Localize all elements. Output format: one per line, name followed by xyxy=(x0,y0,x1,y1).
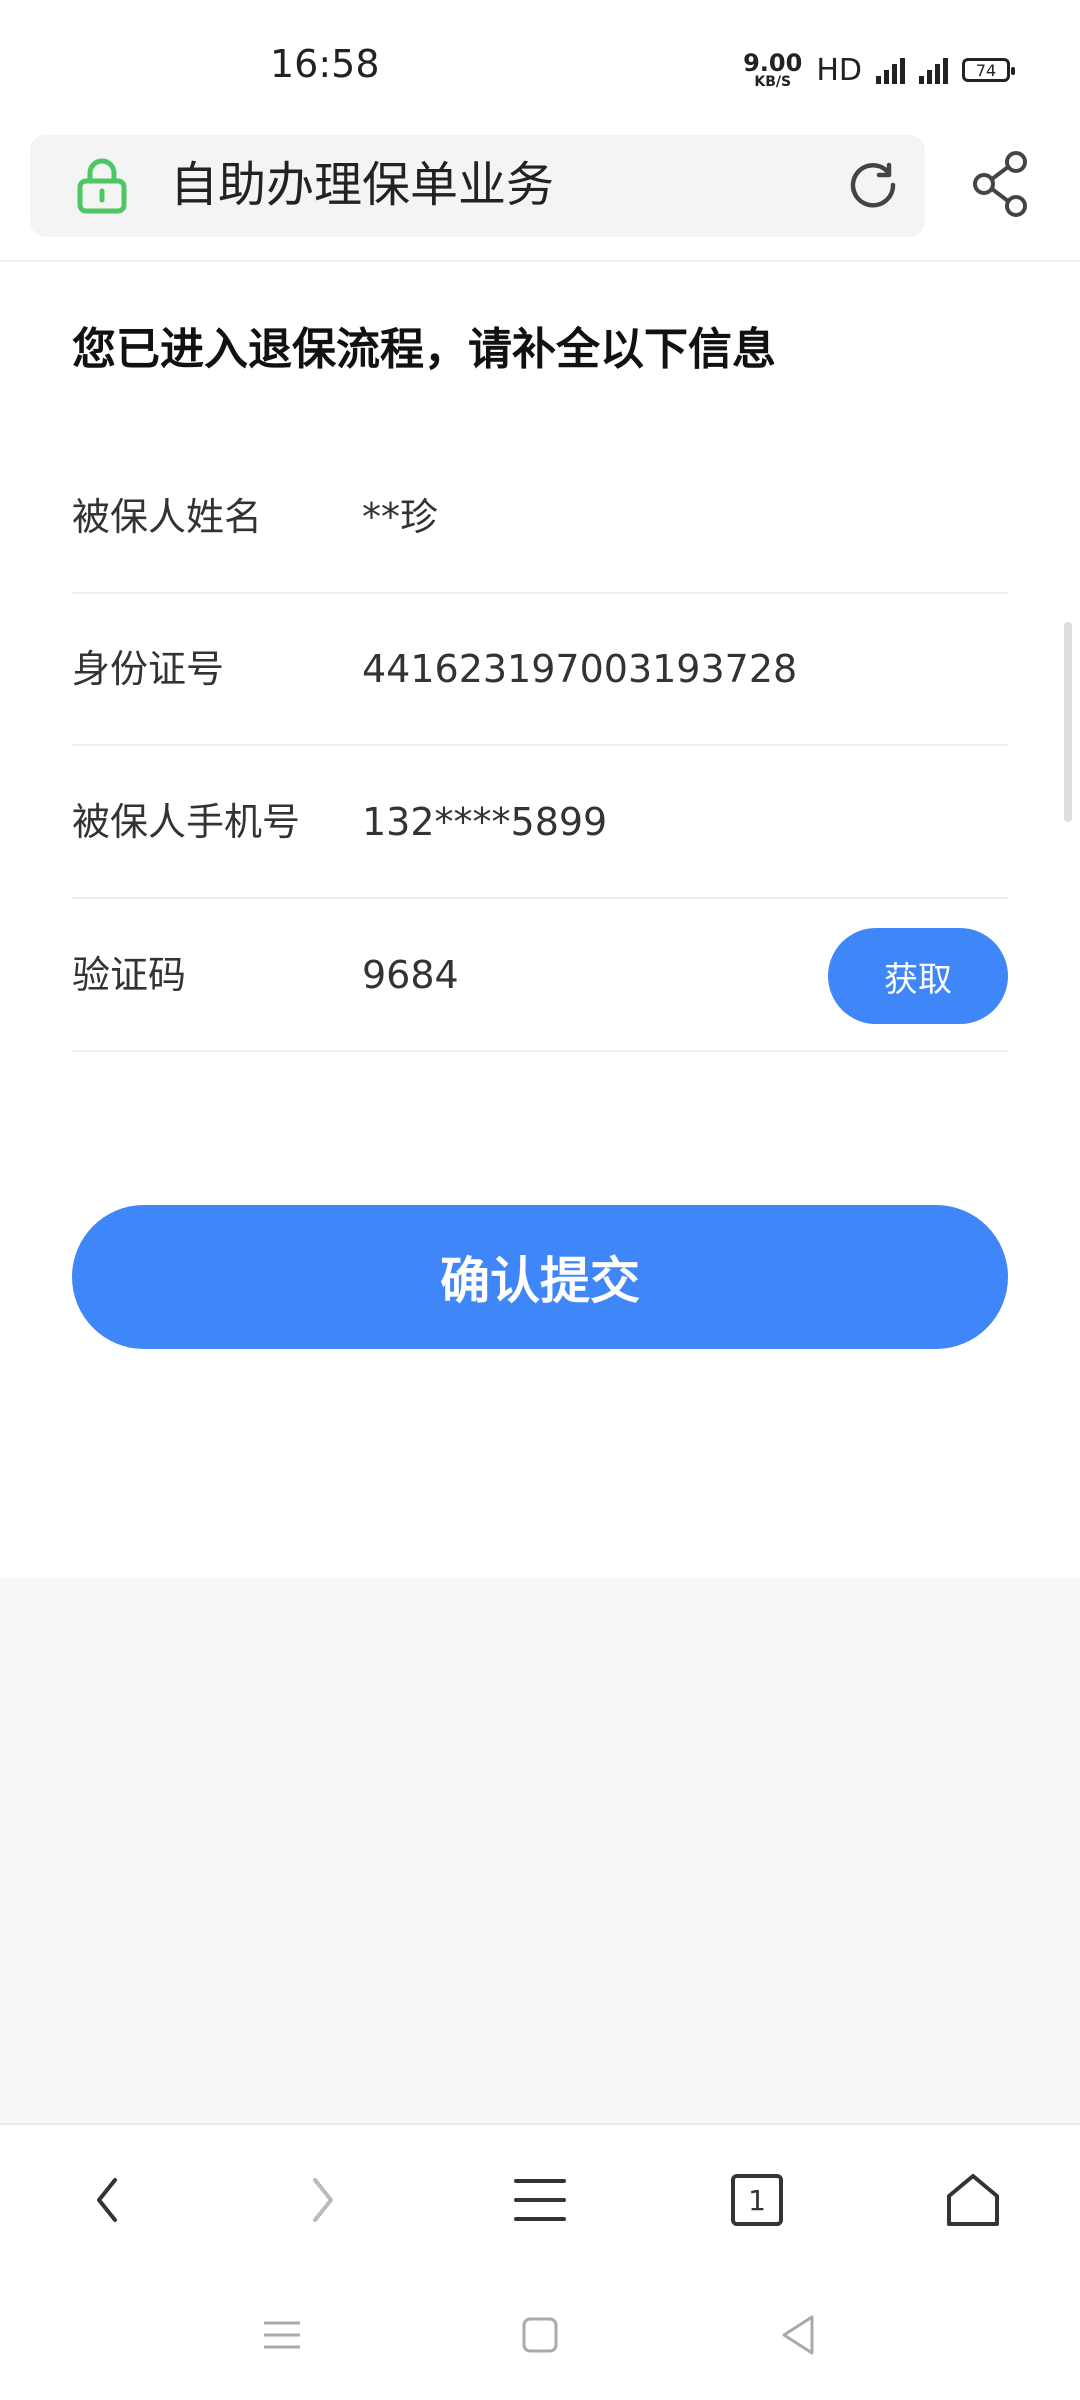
back-triangle-icon[interactable] xyxy=(768,2305,828,2365)
signal-icon-2 xyxy=(919,56,948,84)
home-square-icon[interactable] xyxy=(510,2305,570,2365)
status-bar: 16:58 9.00 KB/S HD 74 xyxy=(0,0,1080,130)
chevron-right-icon xyxy=(313,2178,333,2222)
lock-icon xyxy=(77,158,127,214)
header-divider xyxy=(0,260,1080,262)
verification-code-label: 验证码 xyxy=(72,953,187,997)
back-button[interactable] xyxy=(72,2165,142,2235)
battery-level: 74 xyxy=(975,60,997,80)
tab-count: 1 xyxy=(731,2174,783,2226)
tabs-button[interactable]: 1 xyxy=(722,2165,792,2235)
insured-name-label: 被保人姓名 xyxy=(72,495,263,539)
phone-field[interactable]: 132****5899 xyxy=(362,797,607,847)
id-number-label: 身份证号 xyxy=(72,647,225,691)
form-title: 您已进入退保流程，请补全以下信息 xyxy=(72,324,776,375)
phone-row: 被保人手机号 132****5899 xyxy=(72,747,1008,899)
menu-icon xyxy=(514,2179,566,2221)
insured-name-field[interactable]: **珍 xyxy=(362,492,438,542)
insured-name-row: 被保人姓名 **珍 xyxy=(72,442,1008,594)
hd-label: HD xyxy=(816,52,862,88)
signal-icon xyxy=(876,56,905,84)
verification-code-field[interactable]: 9684 xyxy=(362,950,459,1000)
submit-button[interactable]: 确认提交 xyxy=(72,1205,1008,1349)
id-number-row: 身份证号 441623197003193728 xyxy=(72,594,1008,746)
network-speed-value: 9.00 xyxy=(743,49,803,77)
forward-button[interactable] xyxy=(288,2165,358,2235)
system-nav-bar xyxy=(0,2273,1080,2400)
network-speed-unit: KB/S xyxy=(754,74,792,90)
status-time: 16:58 xyxy=(270,42,380,86)
recents-menu-icon[interactable] xyxy=(252,2305,312,2365)
id-number-field[interactable]: 441623197003193728 xyxy=(362,644,797,694)
phone-label: 被保人手机号 xyxy=(72,800,301,844)
browser-toolbar: 1 xyxy=(0,2123,1080,2275)
scrollbar[interactable] xyxy=(1064,622,1072,822)
page-bottom-area xyxy=(0,1578,1080,2123)
network-speed: 9.00 KB/S xyxy=(743,51,802,89)
status-icons: 9.00 KB/S HD 74 xyxy=(743,48,1015,92)
home-icon xyxy=(947,2174,999,2226)
menu-button[interactable] xyxy=(505,2165,575,2235)
verification-code-row: 验证码 9684 获取 xyxy=(72,900,1008,1052)
address-bar[interactable]: 自助办理保单业务 xyxy=(30,135,925,237)
reload-icon[interactable] xyxy=(845,157,905,217)
get-code-button[interactable]: 获取 xyxy=(828,928,1008,1024)
battery-icon: 74 xyxy=(962,58,1015,82)
page-title: 自助办理保单业务 xyxy=(170,157,555,213)
chevron-left-icon xyxy=(97,2178,117,2222)
share-icon[interactable] xyxy=(970,150,1034,218)
home-button[interactable] xyxy=(938,2165,1008,2235)
